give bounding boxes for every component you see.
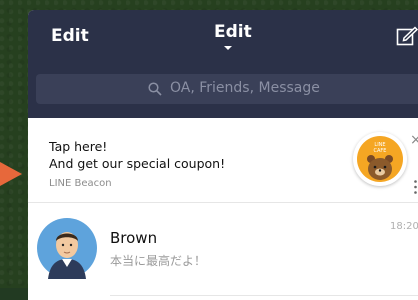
banner-subline: And get our special coupon! [49, 156, 226, 171]
phone-screen: Edit Edit OA, Friends, Message Tap here!… [28, 10, 418, 300]
badge-text-bottom: CAFE [374, 148, 387, 154]
close-icon[interactable]: × [410, 132, 418, 148]
compose-icon[interactable] [396, 26, 418, 46]
person-avatar-icon [37, 218, 97, 279]
chat-time: 18:20 [390, 221, 418, 232]
header-bar: Edit Edit OA, Friends, Message [28, 10, 418, 118]
banner-headline: Tap here! [49, 139, 108, 154]
pointer-arrow-icon [0, 162, 22, 186]
more-vertical-icon[interactable] [414, 180, 417, 194]
banner-source: LINE Beacon [49, 178, 112, 189]
chat-row-brown[interactable]: Brown 本当に最高だよ！ 18:20 [28, 203, 418, 300]
search-icon [148, 82, 162, 96]
line-cafe-badge[interactable]: LINE CAFE [353, 132, 407, 186]
header-title[interactable]: Edit [214, 22, 252, 42]
search-placeholder: OA, Friends, Message [170, 80, 320, 96]
search-input[interactable]: OA, Friends, Message [36, 74, 418, 104]
row-divider [110, 295, 418, 296]
chat-name: Brown [110, 229, 158, 247]
caret-down-icon[interactable] [224, 46, 232, 50]
brown-bear-icon: LINE CAFE [357, 136, 403, 182]
chat-preview: 本当に最高だよ！ [110, 254, 207, 268]
edit-button[interactable]: Edit [51, 26, 89, 46]
beacon-banner[interactable]: Tap here! And get our special coupon! LI… [28, 118, 418, 203]
